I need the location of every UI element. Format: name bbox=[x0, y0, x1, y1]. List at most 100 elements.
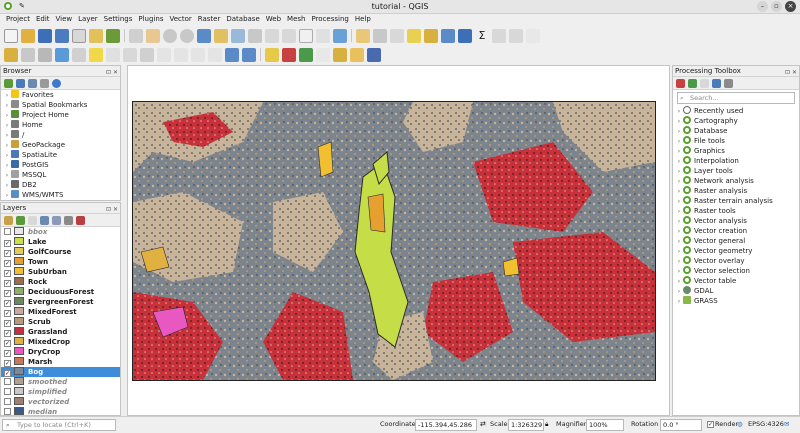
processing-provider[interactable]: › Interpolation bbox=[673, 156, 799, 166]
zoom-layer-icon[interactable] bbox=[231, 28, 245, 43]
layer-visibility-checkbox[interactable] bbox=[4, 388, 11, 395]
measure-icon[interactable] bbox=[492, 28, 506, 43]
pan-to-selection-icon[interactable] bbox=[146, 28, 160, 43]
zoom-selection-icon[interactable] bbox=[214, 28, 228, 43]
processing-provider[interactable]: › Vector geometry bbox=[673, 246, 799, 256]
menu-database[interactable]: Database bbox=[223, 14, 262, 26]
layer-item[interactable]: ✓ EvergreenForest bbox=[1, 297, 120, 307]
style-manager-icon[interactable] bbox=[106, 28, 120, 43]
annotation-icon[interactable] bbox=[526, 28, 540, 43]
add-group-icon[interactable] bbox=[16, 215, 25, 225]
processing-provider[interactable]: › Vector selection bbox=[673, 266, 799, 276]
processing-settings-icon[interactable] bbox=[458, 28, 472, 43]
layer-item[interactable]: ✓ Town bbox=[1, 257, 120, 267]
coordinate-field[interactable]: -115.394,45.286 bbox=[415, 419, 477, 431]
layer-item[interactable]: smoothed bbox=[1, 377, 120, 387]
layer-visibility-checkbox[interactable]: ✓ bbox=[4, 370, 11, 377]
save-project-icon[interactable] bbox=[38, 28, 52, 43]
processing-provider[interactable]: › GRASS bbox=[673, 296, 799, 306]
save-as-icon[interactable] bbox=[55, 28, 69, 43]
close-button[interactable]: × bbox=[785, 1, 796, 12]
label-pin-icon[interactable] bbox=[282, 47, 296, 62]
minimize-button[interactable]: – bbox=[757, 1, 768, 12]
expand-icon[interactable] bbox=[52, 215, 61, 225]
refresh-icon[interactable] bbox=[333, 28, 347, 43]
layer-item[interactable]: ✓ Lake bbox=[1, 237, 120, 247]
processing-provider[interactable]: › GDAL bbox=[673, 286, 799, 296]
browser-item[interactable]: › Spatial Bookmarks bbox=[1, 100, 120, 110]
layer-visibility-checkbox[interactable]: ✓ bbox=[4, 350, 11, 357]
browser-item[interactable]: › GeoPackage bbox=[1, 140, 120, 150]
zoom-native-icon[interactable] bbox=[248, 28, 262, 43]
processing-provider[interactable]: › Graphics bbox=[673, 146, 799, 156]
processing-provider[interactable]: › Vector general bbox=[673, 236, 799, 246]
action-icon[interactable] bbox=[373, 28, 387, 43]
zoom-last-icon[interactable] bbox=[265, 28, 279, 43]
menu-help[interactable]: Help bbox=[352, 14, 374, 26]
toggle-extent-icon[interactable]: ⇄ bbox=[480, 420, 486, 428]
layer-item[interactable]: ✓ Bog bbox=[1, 367, 120, 377]
move-label-icon[interactable] bbox=[333, 47, 347, 62]
diagram-icon[interactable] bbox=[299, 47, 313, 62]
layer-visibility-checkbox[interactable] bbox=[4, 398, 11, 405]
panel-controls-icon[interactable]: ⊡ ✕ bbox=[106, 67, 118, 78]
layer-item[interactable]: ✓ MixedForest bbox=[1, 307, 120, 317]
collapse-icon[interactable] bbox=[64, 215, 73, 225]
layer-visibility-checkbox[interactable]: ✓ bbox=[4, 360, 11, 367]
undo-icon[interactable] bbox=[225, 47, 239, 62]
processing-provider[interactable]: › Raster analysis bbox=[673, 186, 799, 196]
processing-search-input[interactable]: ⌕ Search... bbox=[677, 92, 795, 104]
render-checkbox[interactable]: ✓ bbox=[707, 421, 714, 428]
layer-visibility-checkbox[interactable] bbox=[4, 228, 11, 235]
browser-item[interactable]: › PostGIS bbox=[1, 160, 120, 170]
processing-provider[interactable]: › Database bbox=[673, 126, 799, 136]
layer-visibility-checkbox[interactable]: ✓ bbox=[4, 250, 11, 257]
style-icon[interactable] bbox=[4, 215, 13, 225]
layer-item[interactable]: ✓ MixedCrop bbox=[1, 337, 120, 347]
browser-item[interactable]: › / bbox=[1, 130, 120, 140]
new-print-layout-icon[interactable] bbox=[72, 28, 86, 43]
menu-mesh[interactable]: Mesh bbox=[284, 14, 308, 26]
add-selected-icon[interactable] bbox=[4, 78, 13, 88]
layer-visibility-checkbox[interactable] bbox=[4, 378, 11, 385]
map-tips-icon[interactable] bbox=[509, 28, 523, 43]
layer-item[interactable]: ✓ Grassland bbox=[1, 327, 120, 337]
copy-icon[interactable] bbox=[191, 47, 205, 62]
locator-input[interactable]: ⌕ Type to locate (Ctrl+K) bbox=[2, 419, 116, 431]
menu-processing[interactable]: Processing bbox=[308, 14, 351, 26]
identify-icon[interactable] bbox=[356, 28, 370, 43]
processing-provider[interactable]: › Vector table bbox=[673, 276, 799, 286]
info-icon[interactable] bbox=[52, 78, 61, 88]
temporal-controller-icon[interactable] bbox=[316, 28, 330, 43]
browser-item[interactable]: › DB2 bbox=[1, 180, 120, 190]
processing-provider[interactable]: › Recently used bbox=[673, 106, 799, 116]
menu-edit[interactable]: Edit bbox=[33, 14, 53, 26]
layer-visibility-checkbox[interactable]: ✓ bbox=[4, 310, 11, 317]
layer-item[interactable]: ✓ Marsh bbox=[1, 357, 120, 367]
layer-visibility-checkbox[interactable]: ✓ bbox=[4, 320, 11, 327]
cut-icon[interactable] bbox=[174, 47, 188, 62]
delete-selected-icon[interactable] bbox=[157, 47, 171, 62]
layer-item[interactable]: simplified bbox=[1, 387, 120, 397]
crs-button[interactable]: EPSG:4326 bbox=[748, 420, 784, 428]
messages-icon[interactable]: ✉ bbox=[784, 420, 789, 428]
menu-plugins[interactable]: Plugins bbox=[135, 14, 166, 26]
menu-settings[interactable]: Settings bbox=[101, 14, 136, 26]
processing-provider[interactable]: › Raster terrain analysis bbox=[673, 196, 799, 206]
browser-item[interactable]: › MSSQL bbox=[1, 170, 120, 180]
open-project-icon[interactable] bbox=[21, 28, 35, 43]
scale-field[interactable]: 1:326329 bbox=[508, 419, 544, 431]
deselect-icon[interactable] bbox=[424, 28, 438, 43]
processing-provider[interactable]: › Vector analysis bbox=[673, 216, 799, 226]
map-view[interactable] bbox=[132, 101, 656, 381]
layer-item[interactable]: ✓ Rock bbox=[1, 277, 120, 287]
rotation-field[interactable]: 0.0 ° bbox=[660, 419, 702, 431]
expand-arrow-icon[interactable]: › bbox=[3, 191, 11, 201]
refresh-icon[interactable] bbox=[16, 78, 25, 88]
zoom-next-icon[interactable] bbox=[282, 28, 296, 43]
history-icon[interactable] bbox=[688, 78, 697, 88]
processing-provider[interactable]: › Vector overlay bbox=[673, 256, 799, 266]
select-by-value-icon[interactable] bbox=[407, 28, 421, 43]
layer-item[interactable]: ✓ DeciduousForest bbox=[1, 287, 120, 297]
processing-provider[interactable]: › File tools bbox=[673, 136, 799, 146]
